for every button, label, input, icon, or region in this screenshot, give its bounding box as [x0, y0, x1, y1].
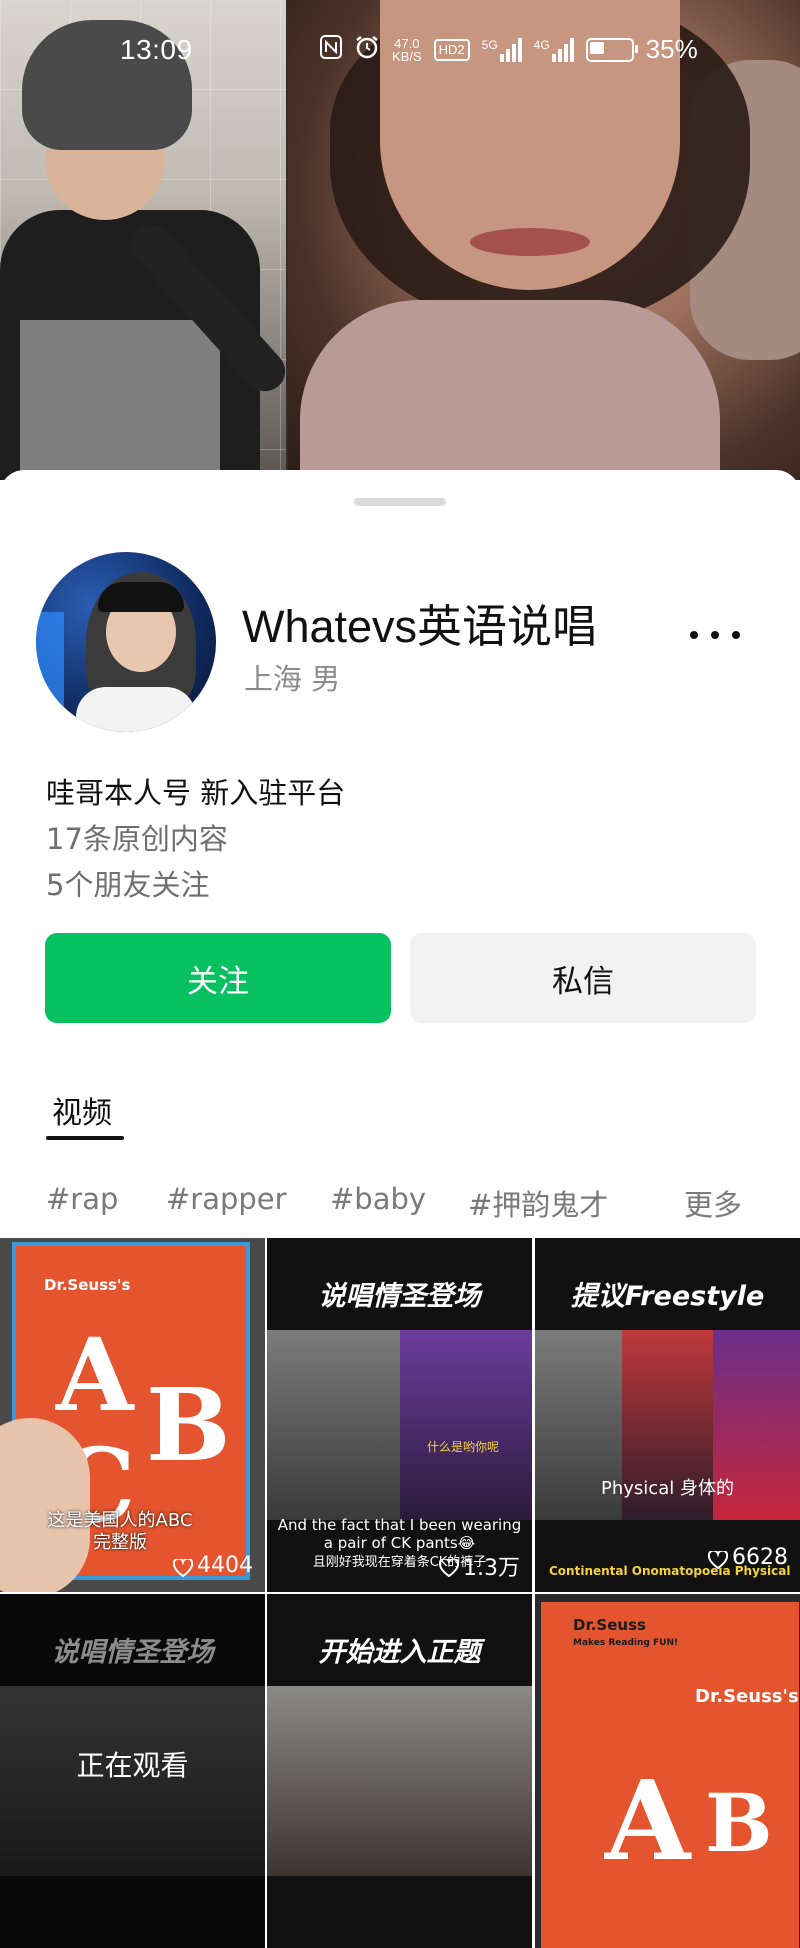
tab-videos[interactable]: 视频	[52, 1088, 112, 1132]
battery-percent: 35%	[645, 34, 698, 64]
follow-button[interactable]: 关注	[45, 933, 391, 1023]
status-time: 13:09	[120, 34, 193, 65]
like-count: 1.3万	[438, 1550, 520, 1582]
avatar[interactable]	[36, 552, 216, 732]
original-content-count[interactable]: 17条原创内容	[46, 816, 228, 858]
video-thumbnail[interactable]: 说唱情圣登场 正在观看	[0, 1594, 265, 1948]
sheet-drag-handle[interactable]	[354, 498, 446, 506]
status-bar: 13:09 47.0 KB/S HD2 5G 4G 35%	[0, 0, 800, 110]
like-count: 6628	[707, 1545, 788, 1570]
video-thumbnail[interactable]: 说唱情圣登场 什么是哟你呢 And the fact that I been w…	[267, 1238, 532, 1592]
profile-bio: 哇哥本人号 新入驻平台	[46, 776, 346, 810]
signal-4g-icon: 4G	[534, 37, 574, 62]
video-title: 开始进入正题	[318, 1637, 481, 1668]
more-options-button[interactable]	[690, 620, 740, 650]
video-thumbnail[interactable]: 提议Freestyle Physical 身体的 Continental Ono…	[535, 1238, 800, 1592]
video-grid: Dr.Seuss's A B C 这是美国人的ABC 完整版 4404 说唱情圣…	[0, 1238, 800, 1948]
alarm-icon	[354, 34, 380, 65]
tag-baby[interactable]: #baby	[330, 1182, 426, 1216]
now-watching-label: 正在观看	[76, 1749, 189, 1782]
signal-5g-icon: 5G	[482, 37, 522, 62]
profile-sheet: Whatevs英语说唱 上海 男 哇哥本人号 新入驻平台 17条原创内容 5个朋…	[0, 470, 800, 1948]
like-count: 4404	[172, 1553, 253, 1578]
battery-icon	[585, 37, 638, 62]
dot-icon	[690, 631, 698, 639]
message-button[interactable]: 私信	[410, 933, 756, 1023]
hd-voice-icon: HD2	[433, 38, 470, 61]
book-cover: Dr.Seuss Makes Reading FUN! Dr.Seuss's A…	[541, 1602, 799, 1948]
tag-rap[interactable]: #rap	[46, 1182, 118, 1216]
tag-rapper[interactable]: #rapper	[166, 1182, 287, 1216]
video-thumbnail[interactable]: 开始进入正题	[267, 1594, 532, 1948]
video-thumbnail[interactable]: Dr.Seuss Makes Reading FUN! Dr.Seuss's A…	[535, 1594, 800, 1948]
tag-rhyme[interactable]: #押韵鬼才	[468, 1182, 608, 1224]
heart-icon	[707, 1549, 729, 1569]
tab-active-indicator	[46, 1136, 124, 1140]
nfc-icon	[320, 35, 342, 64]
video-title: 提议Freestyle	[570, 1281, 765, 1312]
video-thumbnail[interactable]: Dr.Seuss's A B C 这是美国人的ABC 完整版 4404	[0, 1238, 265, 1592]
profile-location-gender: 上海 男	[244, 662, 341, 696]
video-caption: Physical 身体的	[601, 1478, 734, 1499]
friends-follow-count[interactable]: 5个朋友关注	[46, 862, 209, 904]
video-caption: 这是美国人的ABC 完整版	[47, 1510, 193, 1553]
tags-more-link[interactable]: 更多	[684, 1182, 742, 1224]
heart-icon	[438, 1557, 460, 1578]
heart-icon	[172, 1557, 194, 1577]
dot-icon	[732, 631, 740, 639]
dot-icon	[711, 631, 719, 639]
video-title: 说唱情圣登场	[318, 1281, 481, 1312]
video-call-preview[interactable]: 13:09 47.0 KB/S HD2 5G 4G 35%	[0, 0, 800, 480]
profile-name: Whatevs英语说唱	[242, 601, 598, 652]
network-speed: 47.0 KB/S	[392, 35, 422, 64]
tag-bar: #rap #rapper #baby #押韵鬼才 更多	[46, 1182, 766, 1226]
video-subtitle-en: And the fact that I been wearing a pair …	[277, 1516, 522, 1552]
